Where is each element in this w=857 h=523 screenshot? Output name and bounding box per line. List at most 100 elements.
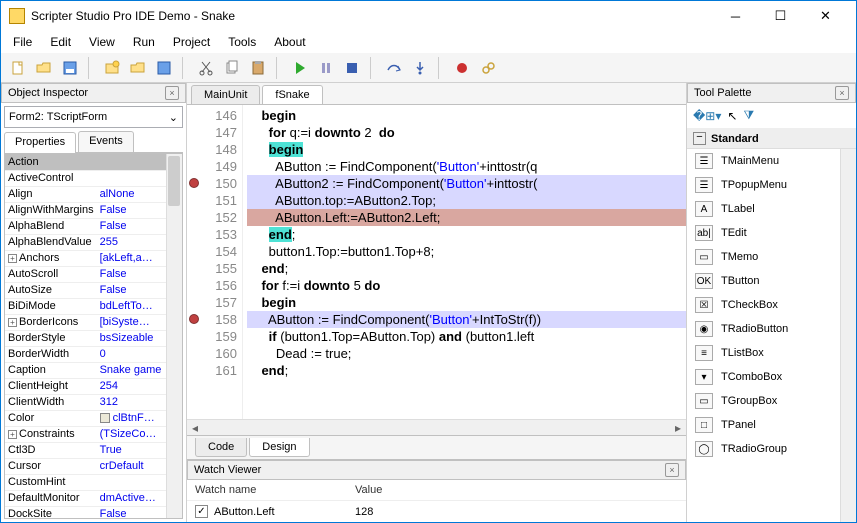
palette-item[interactable]: ≡TListBox <box>687 341 856 365</box>
stop-icon[interactable] <box>341 57 363 79</box>
property-row[interactable]: ClientHeight254 <box>5 378 182 394</box>
breakpoint-icon[interactable] <box>189 178 199 188</box>
property-row[interactable]: DockSiteFalse <box>5 506 182 519</box>
menu-edit[interactable]: Edit <box>42 33 79 51</box>
component-selector[interactable]: Form2: TScriptForm ⌄ <box>4 106 183 128</box>
scrollbar[interactable] <box>166 154 182 518</box>
property-row[interactable]: Ctl3DTrue <box>5 442 182 458</box>
scrollbar[interactable] <box>840 149 856 522</box>
palette-item[interactable]: ◉TRadioButton <box>687 317 856 341</box>
palette-category[interactable]: Standard <box>687 129 856 149</box>
palette-item[interactable]: ☒TCheckBox <box>687 293 856 317</box>
palette-item[interactable]: ATLabel <box>687 197 856 221</box>
property-row[interactable]: CustomHint <box>5 474 182 490</box>
tool-palette-title: Tool Palette <box>694 87 751 99</box>
palette-item[interactable]: ☰TPopupMenu <box>687 173 856 197</box>
chevron-down-icon: ⌄ <box>169 111 178 124</box>
tab-events[interactable]: Events <box>78 131 134 152</box>
property-row[interactable]: ClientWidth312 <box>5 394 182 410</box>
object-inspector-title: Object Inspector <box>8 87 88 99</box>
menu-project[interactable]: Project <box>165 33 218 51</box>
property-row[interactable]: +Constraints(TSizeCo… <box>5 426 182 442</box>
menu-view[interactable]: View <box>81 33 123 51</box>
property-row[interactable]: BiDiModebdLeftTo… <box>5 298 182 314</box>
scroll-right-icon[interactable]: ▸ <box>670 420 686 436</box>
tab-properties[interactable]: Properties <box>4 132 76 153</box>
property-row[interactable]: +Anchors[akLeft,a… <box>5 250 182 266</box>
run-icon[interactable] <box>289 57 311 79</box>
editor-tabs: MainUnitfSnake <box>187 83 686 105</box>
editor-tab[interactable]: fSnake <box>262 85 322 104</box>
open-icon[interactable] <box>33 57 55 79</box>
close-icon[interactable]: × <box>835 86 849 100</box>
menu-run[interactable]: Run <box>125 33 163 51</box>
palette-item[interactable]: ▾TComboBox <box>687 365 856 389</box>
property-row[interactable]: CursorcrDefault <box>5 458 182 474</box>
property-row[interactable]: AlignWithMarginsFalse <box>5 202 182 218</box>
pointer-icon[interactable]: ↖ <box>727 109 737 123</box>
menu-file[interactable]: File <box>5 33 40 51</box>
scroll-left-icon[interactable]: ◂ <box>187 420 203 436</box>
component-icon: A <box>695 201 713 217</box>
property-row[interactable]: BorderStylebsSizeable <box>5 330 182 346</box>
horizontal-scrollbar[interactable]: ◂ ▸ <box>187 419 686 435</box>
palette-item[interactable]: ◯TRadioGroup <box>687 437 856 461</box>
menu-tools[interactable]: Tools <box>220 33 264 51</box>
category-icon[interactable]: �⊞▾ <box>693 109 721 123</box>
component-selector-text: Form2: TScriptForm <box>9 111 107 123</box>
property-row[interactable]: +BorderIcons[biSyste… <box>5 314 182 330</box>
paste-icon[interactable] <box>247 57 269 79</box>
component-icon: ▭ <box>695 249 713 265</box>
breakpoint-icon[interactable] <box>189 314 199 324</box>
new-icon[interactable] <box>7 57 29 79</box>
property-row[interactable]: AutoScrollFalse <box>5 266 182 282</box>
editor-tab[interactable]: MainUnit <box>191 85 260 104</box>
maximize-button[interactable]: ☐ <box>758 2 803 31</box>
property-row[interactable]: AlphaBlendFalse <box>5 218 182 234</box>
open-project-icon[interactable] <box>127 57 149 79</box>
palette-item[interactable]: ☰TMainMenu <box>687 149 856 173</box>
component-icon: □ <box>695 417 713 433</box>
save-project-icon[interactable] <box>153 57 175 79</box>
property-row[interactable]: CaptionSnake game <box>5 362 182 378</box>
step-into-icon[interactable] <box>409 57 431 79</box>
menu-about[interactable]: About <box>266 33 313 51</box>
property-row[interactable]: Action <box>5 154 182 170</box>
filter-icon[interactable]: ⧩ <box>743 108 754 123</box>
palette-item[interactable]: □TPanel <box>687 413 856 437</box>
watch-row[interactable]: ✓AButton.Left128 <box>187 501 686 522</box>
property-row[interactable]: AlphaBlendValue255 <box>5 234 182 250</box>
minimize-button[interactable]: ─ <box>713 2 758 31</box>
component-icon: ab| <box>695 225 713 241</box>
watch-icon[interactable] <box>477 57 499 79</box>
palette-item[interactable]: ab|TEdit <box>687 221 856 245</box>
close-button[interactable]: ✕ <box>803 2 848 31</box>
step-over-icon[interactable] <box>383 57 405 79</box>
component-icon: OK <box>695 273 713 289</box>
property-row[interactable]: AlignalNone <box>5 186 182 202</box>
code-editor[interactable]: 1461471481491501511521531541551561571581… <box>187 105 686 419</box>
tab-code[interactable]: Code <box>195 438 247 457</box>
palette-item[interactable]: OKTButton <box>687 269 856 293</box>
copy-icon[interactable] <box>221 57 243 79</box>
code-area[interactable]: begin for q:=i downto 2 do begin AButton… <box>243 105 686 419</box>
tool-palette-panel: Tool Palette × �⊞▾ ↖ ⧩ Standard ☰TMainMe… <box>686 83 856 522</box>
breakpoint-icon[interactable] <box>451 57 473 79</box>
property-row[interactable]: BorderWidth0 <box>5 346 182 362</box>
new-project-icon[interactable] <box>101 57 123 79</box>
property-grid[interactable]: ActionActiveControlAlignalNoneAlignWithM… <box>4 153 183 519</box>
component-icon: ◯ <box>695 441 713 457</box>
close-icon[interactable]: × <box>665 463 679 477</box>
property-row[interactable]: DefaultMonitordmActive… <box>5 490 182 506</box>
cut-icon[interactable] <box>195 57 217 79</box>
palette-item[interactable]: ▭TGroupBox <box>687 389 856 413</box>
palette-item[interactable]: ▭TMemo <box>687 245 856 269</box>
pause-icon[interactable] <box>315 57 337 79</box>
tab-design[interactable]: Design <box>249 438 309 457</box>
property-row[interactable]: AutoSizeFalse <box>5 282 182 298</box>
property-row[interactable]: ColorclBtnF… <box>5 410 182 426</box>
close-icon[interactable]: × <box>165 86 179 100</box>
checkbox[interactable]: ✓ <box>195 505 208 518</box>
property-row[interactable]: ActiveControl <box>5 170 182 186</box>
save-icon[interactable] <box>59 57 81 79</box>
